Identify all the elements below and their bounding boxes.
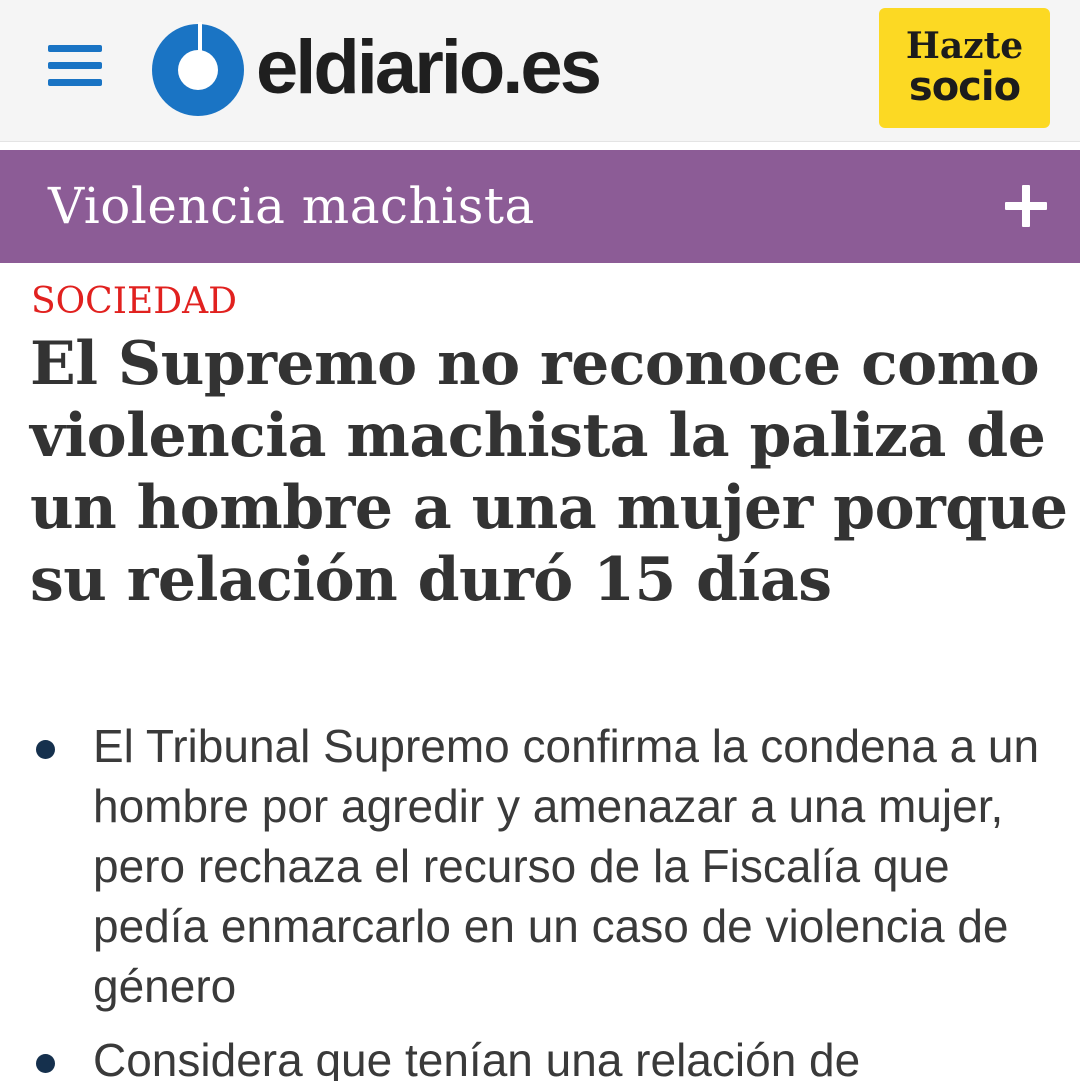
summary-item: Considera que tenían una relación de — [0, 1030, 1080, 1081]
socio-button-line2: socio — [908, 63, 1021, 110]
hamburger-menu-icon[interactable] — [46, 42, 104, 92]
bullet-icon — [36, 740, 55, 759]
site-logo[interactable]: eldiario.es — [150, 20, 602, 116]
topic-bar[interactable]: Violencia machista — [0, 150, 1080, 263]
summary-item: El Tribunal Supremo confirma la condena … — [0, 716, 1080, 1016]
menu-line — [48, 79, 102, 86]
plus-icon[interactable] — [1005, 185, 1047, 227]
site-header: eldiario.es Hazte socio — [0, 0, 1080, 142]
menu-line — [48, 62, 102, 69]
section-label[interactable]: SOCIEDAD — [31, 280, 237, 323]
article-summary: El Tribunal Supremo confirma la condena … — [0, 716, 1080, 1081]
hazte-socio-button[interactable]: Hazte socio — [879, 8, 1050, 128]
summary-text: El Tribunal Supremo confirma la condena … — [93, 720, 1040, 1012]
article-headline: El Supremo no reconoce como violencia ma… — [30, 329, 1068, 615]
eldiario-logo-mark-icon — [152, 22, 244, 116]
topic-title: Violencia machista — [48, 177, 535, 235]
summary-text: Considera que tenían una relación de — [93, 1034, 861, 1081]
socio-button-line1: Hazte — [905, 25, 1024, 68]
menu-line — [48, 45, 102, 52]
logo-text: eldiario.es — [256, 25, 602, 110]
bullet-icon — [36, 1054, 55, 1073]
